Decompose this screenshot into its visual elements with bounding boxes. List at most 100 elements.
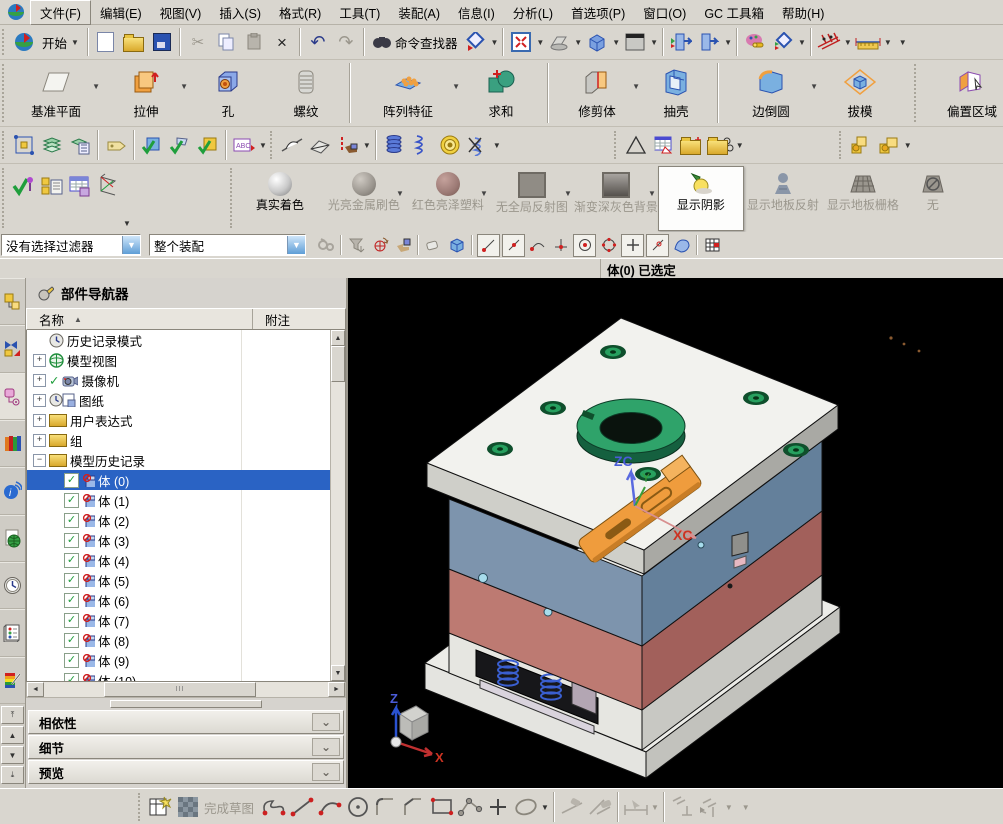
expand-icon[interactable]: + [33,434,46,447]
menu-gc-toolbox[interactable]: GC 工具箱 [695,1,773,24]
toolbar-grip[interactable] [230,168,236,228]
pattern-feature-button[interactable]: ▼ 阵列特征 [354,60,462,126]
ellipse-button[interactable] [512,793,540,821]
chevron-down-icon[interactable]: ⌄ [312,738,340,756]
tree-item-body-6[interactable]: ✓体 (6) [27,590,345,610]
menu-format[interactable]: 格式(R) [270,1,330,24]
menu-help[interactable]: 帮助(H) [773,1,833,24]
menu-insert[interactable]: 插入(S) [210,1,270,24]
preview-panel-header[interactable]: 预览 ⌄ [28,760,344,784]
chevron-down-icon[interactable]: ▼ [493,141,501,150]
snap-point-on-face-toggle[interactable] [671,235,692,256]
tree-item-cameras[interactable]: + ✓ 摄像机 [27,370,345,390]
floor-grid-button[interactable]: 显示地板栅格 [822,167,904,230]
scroll-right-arrow[interactable]: ► [328,682,345,697]
assembly-load-button[interactable] [847,131,875,159]
shell-button[interactable]: 抽壳 [642,60,710,126]
layer-settings-button[interactable] [66,131,94,159]
chevron-down-icon[interactable]: ▼ [632,82,640,91]
spring-button[interactable] [408,131,436,159]
chamfer-button[interactable] [400,793,428,821]
system-scenes-tab[interactable] [0,562,25,609]
combo-arrow-icon[interactable]: ▼ [287,236,305,254]
profile-button[interactable] [260,793,288,821]
checkbox-checked-icon[interactable]: ✓ [64,533,79,548]
constraints-button[interactable] [815,28,843,56]
menu-view[interactable]: 视图(V) [151,1,211,24]
draft-button[interactable]: 拔模 [820,60,900,126]
tree-item-model-views[interactable]: + 模型视图 [27,350,345,370]
shiny-metal-button[interactable]: 光亮金属刷色 ▼ [322,167,406,230]
menu-window[interactable]: 窗口(O) [634,1,695,24]
chevron-down-icon[interactable]: ▼ [452,82,460,91]
checkbox-checked-icon[interactable]: ✓ [64,673,79,683]
tree-item-user-expressions[interactable]: + 用户表达式 [27,410,345,430]
checkbox-checked-icon[interactable]: ✓ [64,653,79,668]
scroll-top-button[interactable]: ⤒ [1,706,24,724]
menu-tools[interactable]: 工具(T) [330,1,389,24]
geometric-constraints-button[interactable] [668,793,696,821]
snap-eraser-button[interactable] [423,235,444,256]
chevron-down-icon[interactable]: ▼ [92,82,100,91]
examine-geometry-button[interactable] [138,131,166,159]
menu-assemblies[interactable]: 装配(A) [389,1,449,24]
save-button[interactable] [148,28,176,56]
fillet-button[interactable] [372,793,400,821]
render-style-button[interactable] [545,28,573,56]
tree-item-model-history[interactable]: − 模型历史记录 [27,450,345,470]
triangle-button[interactable] [622,131,650,159]
chevron-down-icon[interactable]: ▼ [574,38,582,47]
undo-button[interactable]: ↶ [304,28,332,56]
chevron-down-icon[interactable]: ▼ [798,38,806,47]
point-button[interactable] [484,793,512,821]
chevron-down-icon[interactable]: ▼ [884,38,892,47]
chevron-down-icon[interactable]: ▼ [904,141,912,150]
chevron-down-icon[interactable]: ⌄ [312,763,340,781]
gradient-background-button[interactable]: 渐变深灰色背景 ▼ [574,167,658,230]
toolbar-grip[interactable] [614,131,620,159]
checkbox-checked-icon[interactable]: ✓ [64,513,79,528]
column-name[interactable]: 名称 ▲ [27,309,253,329]
measure-button[interactable] [853,28,883,56]
snap-endpoint-toggle[interactable] [477,234,500,257]
show-shadow-button[interactable]: 显示阴影 [658,166,744,231]
view-orient-button[interactable] [94,172,122,200]
coil-blue-button[interactable] [380,131,408,159]
floor-reflection-button[interactable]: 显示地板反射 [744,167,822,230]
edge-blend-button[interactable]: ▼ 边倒圆 [722,60,820,126]
view-operations-button[interactable] [461,28,489,56]
table-button[interactable] [650,131,678,159]
copy-button[interactable] [212,28,240,56]
show-hide-button[interactable] [667,28,695,56]
quick-extend-button[interactable] [586,793,614,821]
inferred-dimension-button[interactable] [622,793,650,821]
line-button[interactable] [288,793,316,821]
sketch-in-task-button[interactable] [146,793,174,821]
tree-horizontal-scrollbar[interactable]: ◄ III ► [26,682,346,698]
selection-scope-combo[interactable]: 整个装配 ▼ [149,234,306,256]
scroll-bottom-button[interactable]: ⤓ [1,766,24,784]
red-plastic-button[interactable]: 红色亮泽塑料 ▼ [406,167,490,230]
sketch-b-button[interactable] [306,131,334,159]
selection-filter-combo[interactable]: 没有选择过滤器 ▼ [1,234,141,256]
sort-ascending-icon[interactable]: ▲ [74,315,82,324]
chevron-down-icon[interactable]: ▼ [123,219,131,228]
checkbox-checked-icon[interactable]: ✓ [64,633,79,648]
nx-start-icon[interactable] [10,28,38,56]
history-tab[interactable] [0,515,25,562]
immersive-button[interactable] [695,28,723,56]
display-cube-button[interactable] [583,28,611,56]
web-browser-tab[interactable]: i [0,467,25,514]
toolbar-grip[interactable] [2,29,8,55]
tree-item-body-0[interactable]: ✓ 体 (0) [27,470,345,490]
select-bounds-button[interactable] [10,131,38,159]
snap-existing-point-toggle[interactable] [621,234,644,257]
chevron-down-icon[interactable]: ▼ [725,803,733,812]
tree-item-body-3[interactable]: ✓体 (3) [27,530,345,550]
delete-button[interactable]: × [268,28,296,56]
part-navigator-tab[interactable] [0,373,25,420]
chevron-down-icon[interactable]: ▼ [396,189,404,198]
cut-button[interactable]: ✂ [184,28,212,56]
menu-information[interactable]: 信息(I) [449,1,504,24]
no-global-reflection-button[interactable]: 无全局反射图 ▼ [490,167,574,230]
